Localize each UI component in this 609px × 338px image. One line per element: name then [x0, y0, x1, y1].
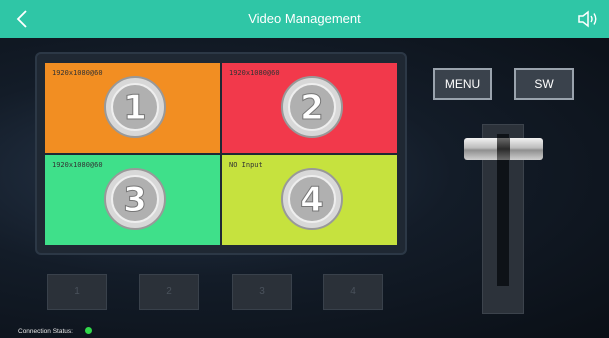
- t-bar-handle[interactable]: [464, 138, 543, 160]
- video-tile-3[interactable]: 1920x1080@60 3: [45, 155, 220, 245]
- video-tile-1[interactable]: 1920x1080@60 1: [45, 63, 220, 153]
- number-3-icon: 3: [104, 168, 166, 230]
- tile-number: 3: [123, 180, 147, 220]
- tile-number: 4: [300, 180, 324, 220]
- sw-button[interactable]: SW: [514, 68, 574, 100]
- preset-button-4[interactable]: 4: [323, 274, 383, 310]
- preset-button-3[interactable]: 3: [232, 274, 292, 310]
- menu-button[interactable]: MENU: [433, 68, 492, 100]
- speaker-icon[interactable]: [577, 9, 599, 29]
- connection-status-label: Connection Status:: [18, 328, 73, 335]
- tile-resolution-label: 1920x1080@60: [229, 69, 280, 77]
- video-tile-2[interactable]: 1920x1080@60 2: [222, 63, 397, 153]
- tile-resolution-label: NO Input: [229, 161, 263, 169]
- video-tile-4[interactable]: NO Input 4: [222, 155, 397, 245]
- tile-number: 2: [300, 88, 324, 128]
- tile-resolution-label: 1920x1080@60: [52, 69, 103, 77]
- tile-resolution-label: 1920x1080@60: [52, 161, 103, 169]
- number-2-icon: 2: [281, 76, 343, 138]
- tile-number: 1: [123, 88, 147, 128]
- connection-status-dot: [85, 327, 92, 334]
- t-bar-grip[interactable]: [497, 138, 510, 160]
- number-1-icon: 1: [104, 76, 166, 138]
- preset-button-2[interactable]: 2: [139, 274, 199, 310]
- number-4-icon: 4: [281, 168, 343, 230]
- preset-button-1[interactable]: 1: [47, 274, 107, 310]
- page-title: Video Management: [248, 11, 361, 26]
- app-header: Video Management: [0, 0, 609, 38]
